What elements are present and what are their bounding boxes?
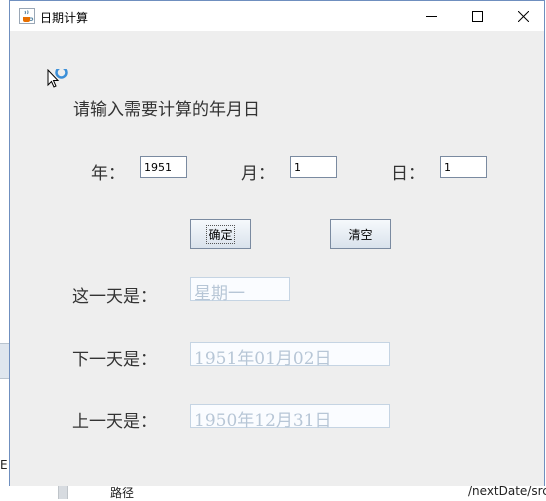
day-label: 日： xyxy=(391,164,425,184)
background-app-path-label: 路径 xyxy=(110,486,135,500)
previous-day-label: 上一天是： xyxy=(72,412,157,432)
background-app-path-value: /nextDate/src xyxy=(468,484,546,498)
form-panel: 请输入需要计算的年月日 年： 月： 日： 确定 清空 这一天是： 星期一 下一天… xyxy=(10,31,544,486)
close-button[interactable] xyxy=(500,1,546,31)
weekday-output: 星期一 xyxy=(190,277,290,304)
month-input[interactable] xyxy=(290,156,337,178)
year-input[interactable] xyxy=(140,156,187,178)
maximize-icon xyxy=(471,7,483,26)
previous-day-output: 1950年12月31日 xyxy=(190,404,390,431)
background-app-divider xyxy=(58,486,68,499)
prompt-text: 请输入需要计算的年月日 xyxy=(73,100,260,120)
next-day-output: 1951年01月02日 xyxy=(190,342,390,369)
java-cup-icon xyxy=(19,8,35,24)
background-app-bottom xyxy=(10,486,546,499)
confirm-button[interactable]: 确定 xyxy=(190,219,251,249)
clear-button[interactable]: 清空 xyxy=(330,219,391,249)
minimize-button[interactable] xyxy=(408,1,454,31)
window-title: 日期计算 xyxy=(40,11,89,25)
clear-button-label: 清空 xyxy=(348,227,373,242)
next-day-label: 下一天是： xyxy=(72,350,157,370)
minimize-icon xyxy=(425,7,437,26)
day-input[interactable] xyxy=(440,156,487,178)
maximize-button[interactable] xyxy=(454,1,500,31)
today-label: 这一天是： xyxy=(72,287,157,307)
title-bar[interactable]: 日期计算 xyxy=(10,1,544,31)
confirm-button-label: 确定 xyxy=(206,224,235,244)
date-calculator-window: 日期计算 请输入需要计算的年月日 年： 月： xyxy=(9,0,545,486)
busy-cursor-icon xyxy=(47,66,69,97)
background-app-char: E xyxy=(0,458,8,472)
year-label: 年： xyxy=(91,164,125,184)
month-label: 月： xyxy=(241,164,275,184)
close-icon xyxy=(517,7,529,26)
